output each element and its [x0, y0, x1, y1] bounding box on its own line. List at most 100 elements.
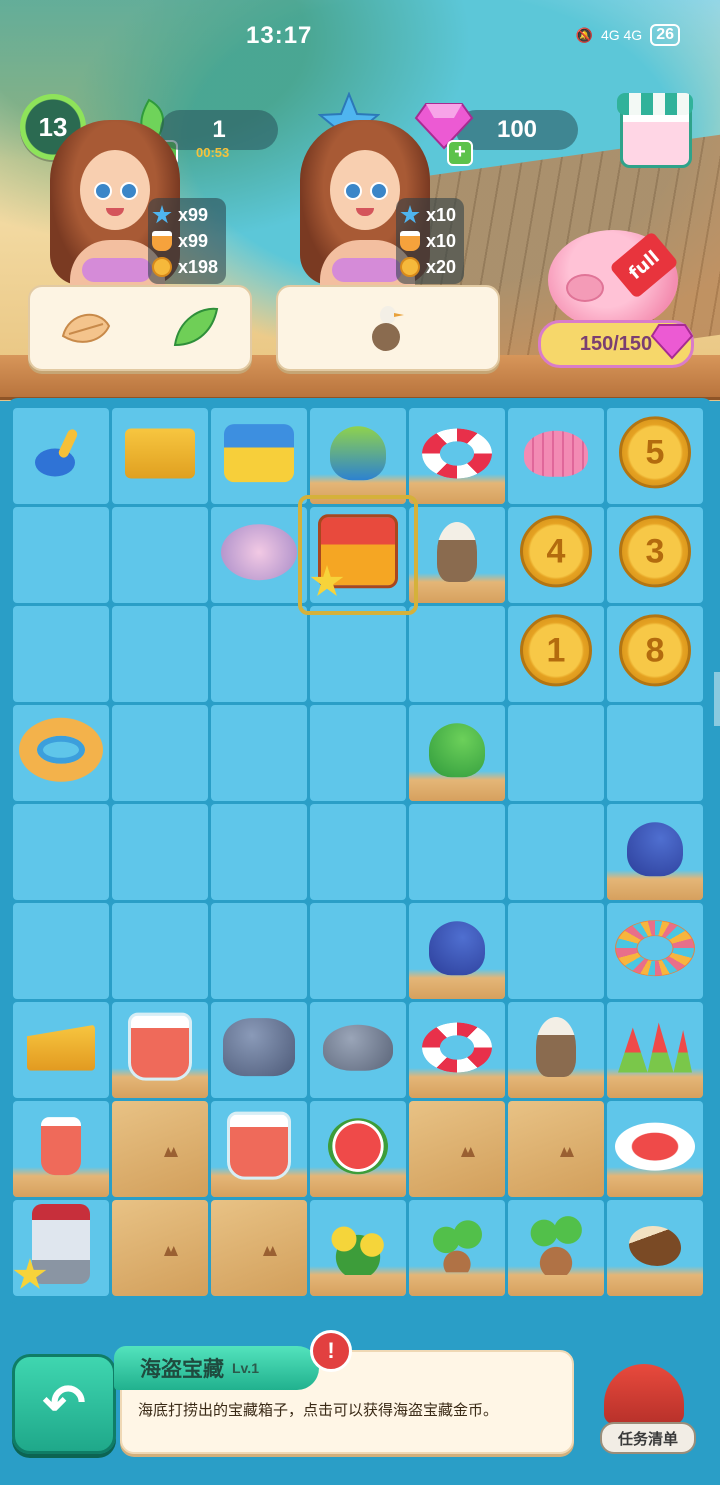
board-cell[interactable]: [508, 408, 604, 504]
board-cell[interactable]: [409, 1200, 505, 1296]
board-cell[interactable]: [112, 606, 208, 702]
melonslices-icon[interactable]: [618, 1022, 692, 1073]
sand-box-cell[interactable]: [409, 1101, 505, 1197]
board-cell[interactable]: [13, 408, 109, 504]
board-cell[interactable]: [607, 1101, 703, 1197]
basket-icon[interactable]: [125, 428, 195, 479]
board-cell[interactable]: [112, 705, 208, 801]
gull-icon[interactable]: [437, 522, 477, 582]
rock-icon[interactable]: [323, 1024, 393, 1071]
back-button[interactable]: ↶: [12, 1354, 116, 1454]
board-cell[interactable]: [211, 408, 307, 504]
board-cell[interactable]: 1: [508, 606, 604, 702]
board-cell[interactable]: [13, 705, 109, 801]
shovel-icon[interactable]: [33, 429, 89, 479]
board-cell[interactable]: [112, 507, 208, 603]
coin-icon[interactable]: 5: [619, 416, 691, 489]
board-cell[interactable]: [13, 1002, 109, 1098]
seed-icon[interactable]: [629, 1226, 681, 1266]
plate-icon[interactable]: [615, 1122, 695, 1171]
board-cell[interactable]: [409, 606, 505, 702]
board-cell[interactable]: [310, 1200, 406, 1296]
sand-box-cell[interactable]: [211, 1200, 307, 1296]
rockplant-icon[interactable]: [223, 1018, 295, 1077]
board-cell[interactable]: [310, 705, 406, 801]
board-cell[interactable]: [211, 1101, 307, 1197]
board-cell[interactable]: [112, 903, 208, 999]
melon-icon[interactable]: [328, 1118, 388, 1175]
board-cell[interactable]: [508, 1200, 604, 1296]
clam-icon[interactable]: [524, 430, 588, 477]
sand-box-cell[interactable]: [112, 1200, 208, 1296]
parrot-icon[interactable]: [330, 426, 386, 481]
board-cell[interactable]: [508, 804, 604, 900]
board-cell[interactable]: [310, 408, 406, 504]
board-cell[interactable]: [13, 1200, 109, 1296]
bluebird-icon[interactable]: [429, 921, 485, 976]
board-cell[interactable]: [310, 606, 406, 702]
board-cell[interactable]: [211, 1002, 307, 1098]
order-card[interactable]: [28, 285, 252, 371]
donut-icon[interactable]: [19, 717, 103, 782]
board-cell[interactable]: [409, 1002, 505, 1098]
board-cell[interactable]: [409, 705, 505, 801]
board-cell[interactable]: [310, 903, 406, 999]
flower-icon[interactable]: [323, 1215, 393, 1275]
flamingo-float-icon[interactable]: [615, 920, 695, 977]
board-cell[interactable]: [310, 1002, 406, 1098]
coin-icon[interactable]: 3: [619, 515, 691, 588]
board-cell[interactable]: [211, 507, 307, 603]
board-cell[interactable]: [211, 606, 307, 702]
lifebuoy-icon[interactable]: [422, 1022, 492, 1073]
shop-button[interactable]: [617, 93, 693, 168]
board-cell[interactable]: [607, 1002, 703, 1098]
board-cell[interactable]: [607, 903, 703, 999]
board-cell[interactable]: [607, 705, 703, 801]
board-cell[interactable]: [409, 804, 505, 900]
sand-box-cell[interactable]: [112, 1101, 208, 1197]
board-cell[interactable]: 3: [607, 507, 703, 603]
board-cell[interactable]: [112, 1002, 208, 1098]
board-cell[interactable]: [607, 1200, 703, 1296]
sandbox-icon[interactable]: [27, 1024, 95, 1071]
sand-box-cell[interactable]: [508, 1101, 604, 1197]
shellplant-icon[interactable]: [221, 524, 297, 581]
seedling-icon[interactable]: [526, 1215, 586, 1275]
jug-icon[interactable]: [128, 1012, 192, 1081]
board-cell[interactable]: 4: [508, 507, 604, 603]
board-cell[interactable]: [211, 903, 307, 999]
board-cell[interactable]: [409, 408, 505, 504]
bluebird-icon[interactable]: [627, 822, 683, 877]
board-cell[interactable]: [508, 705, 604, 801]
board-cell[interactable]: [112, 408, 208, 504]
board-cell[interactable]: [13, 507, 109, 603]
board-cell[interactable]: 5: [607, 408, 703, 504]
board-cell[interactable]: [409, 903, 505, 999]
coin-icon[interactable]: 1: [520, 614, 592, 687]
coin-icon[interactable]: 4: [520, 515, 592, 588]
board-cell[interactable]: [508, 1002, 604, 1098]
board-cell[interactable]: [112, 804, 208, 900]
board-cell[interactable]: [211, 705, 307, 801]
board-cell[interactable]: [13, 903, 109, 999]
add-gem-button[interactable]: +: [447, 140, 473, 166]
board-cell[interactable]: [409, 507, 505, 603]
sprout-icon[interactable]: [430, 1218, 484, 1273]
jug-icon[interactable]: [227, 1111, 291, 1180]
coin-icon[interactable]: 8: [619, 614, 691, 687]
board-cell[interactable]: [13, 1101, 109, 1197]
board-cell[interactable]: [607, 804, 703, 900]
lifebuoy-icon[interactable]: [422, 428, 492, 479]
gull-icon[interactable]: [536, 1017, 576, 1077]
board-cell[interactable]: [298, 495, 418, 615]
board-cell[interactable]: [211, 804, 307, 900]
greenbird-icon[interactable]: [429, 723, 485, 778]
order-card[interactable]: [276, 285, 500, 371]
task-list-button[interactable]: 任务清单: [596, 1358, 696, 1454]
glass-icon[interactable]: [41, 1117, 81, 1176]
board-cell[interactable]: [13, 804, 109, 900]
truck-icon[interactable]: [224, 424, 294, 483]
board-cell[interactable]: [310, 1101, 406, 1197]
board-cell[interactable]: [310, 804, 406, 900]
board-cell[interactable]: [508, 903, 604, 999]
